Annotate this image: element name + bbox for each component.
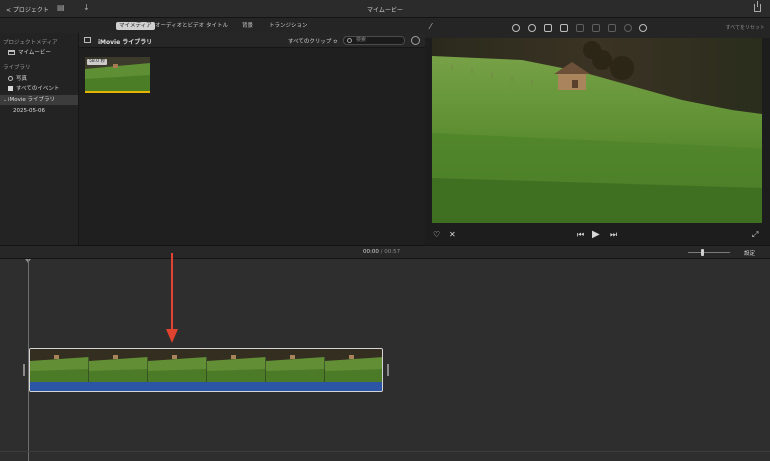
clip-trim-handle-right[interactable] <box>387 364 389 376</box>
sidebar-item-label: iMovie ライブラリ <box>8 97 56 103</box>
sidebar-item-all-events[interactable]: すべてのイベント <box>0 84 78 94</box>
search-icon <box>347 38 352 43</box>
search-input[interactable]: 検索 <box>343 36 405 45</box>
speed-icon[interactable] <box>608 24 616 32</box>
clip-trim-handle-left[interactable] <box>23 364 25 376</box>
viewer-toolbar: ⁄ すべてをリセット <box>425 18 770 38</box>
media-browser: 58.0 秒 <box>79 48 425 245</box>
info-icon[interactable] <box>639 24 647 32</box>
film-icon <box>8 49 15 55</box>
sidebar-toggle-icon[interactable] <box>84 37 91 43</box>
sidebar-item-label: マイムービー <box>18 50 51 56</box>
skip-back-icon[interactable]: ⏮ <box>577 231 584 239</box>
chevron-down-icon[interactable]: ⌄ <box>3 95 7 105</box>
sidebar-item-event-date[interactable]: 2025-05-06 <box>0 106 78 116</box>
annotation-arrow <box>166 253 178 343</box>
clip-duration-badge: 58.0 秒 <box>87 59 107 65</box>
color-correction-icon[interactable] <box>528 24 536 32</box>
magic-wand-icon[interactable]: ⁄ <box>430 22 431 31</box>
timecode-separator: / <box>380 249 383 255</box>
title-bar: < プロジェクト ▤ ↓ マイムービー <box>0 0 770 18</box>
gear-icon[interactable] <box>411 36 420 45</box>
timeline-bottom-edge <box>0 451 770 452</box>
favorite-icon[interactable]: ♡ <box>433 231 440 239</box>
clip-filmstrip <box>30 349 382 382</box>
photos-icon <box>8 75 13 81</box>
tab-audio-video[interactable]: オーディオとビデオ <box>152 22 207 30</box>
timeline[interactable] <box>0 259 770 461</box>
sidebar-item-label: 2025-05-06 <box>13 108 45 114</box>
clip-thumbnail[interactable]: 58.0 秒 <box>85 57 150 93</box>
tab-backgrounds[interactable]: 背景 <box>239 22 256 30</box>
tab-titles[interactable]: タイトル <box>203 22 231 30</box>
zoom-slider-track[interactable] <box>688 252 730 253</box>
sidebar-item-label: すべてのイベント <box>16 86 60 92</box>
tab-transitions[interactable]: トランジション <box>266 22 311 30</box>
stabilization-icon[interactable] <box>560 24 568 32</box>
total-time: 00:57 <box>384 249 401 255</box>
libraries-heading: ライブラリ <box>3 65 31 71</box>
video-viewer: ♡ ✕ ⏮ ▶ ⏭ ⤢ <box>425 38 770 245</box>
color-balance-icon[interactable] <box>512 24 520 32</box>
crop-icon[interactable] <box>544 24 552 32</box>
tab-my-media[interactable]: マイメディア <box>116 22 155 30</box>
browser-header: iMovie ライブラリ すべてのクリップ ≎ 検索 <box>79 33 425 48</box>
clip-filter-icon[interactable] <box>624 24 632 32</box>
play-icon[interactable]: ▶ <box>592 230 600 240</box>
window-title: マイムービー <box>367 7 403 14</box>
noise-reduction-icon[interactable] <box>592 24 600 32</box>
share-icon[interactable] <box>754 1 761 12</box>
video-preview <box>432 38 762 223</box>
sidebar-item-label: 写真 <box>16 76 28 82</box>
reject-icon[interactable]: ✕ <box>449 231 456 239</box>
media-tabs: マイメディア オーディオとビデオ タイトル 背景 トランジション <box>0 18 425 33</box>
clip-audio-waveform <box>30 382 382 391</box>
project-media-heading: プロジェクトメディア <box>3 40 58 46</box>
events-icon <box>8 85 13 91</box>
sidebar-item-photos[interactable]: 写真 <box>0 74 78 84</box>
zoom-slider-knob[interactable] <box>701 249 704 256</box>
library-sidebar: プロジェクトメディア マイムービー ライブラリ 写真 すべてのイベント ⌄iMo… <box>0 33 79 245</box>
clip-selection-bar <box>85 91 150 93</box>
sidebar-item-imovie-library[interactable]: ⌄iMovie ライブラリ <box>0 95 78 105</box>
skip-forward-icon[interactable]: ⏭ <box>610 231 617 239</box>
timecode: 00:00 / 00:57 <box>363 249 400 255</box>
current-time: 00:00 <box>363 249 379 255</box>
timeline-header: 00:00 / 00:57 設定 <box>0 245 770 259</box>
clip-filter-select[interactable]: すべてのクリップ ≎ <box>288 37 338 45</box>
browser-library-title: iMovie ライブラリ <box>98 39 153 46</box>
volume-icon[interactable] <box>576 24 584 32</box>
sidebar-item-project[interactable]: マイムービー <box>0 48 78 58</box>
fullscreen-icon[interactable]: ⤢ <box>752 231 758 239</box>
video-frame-image <box>432 38 762 223</box>
timeline-settings-button[interactable]: 設定 <box>744 249 755 257</box>
timeline-clip[interactable] <box>29 348 383 392</box>
reset-all-button[interactable]: すべてをリセット <box>726 24 765 31</box>
